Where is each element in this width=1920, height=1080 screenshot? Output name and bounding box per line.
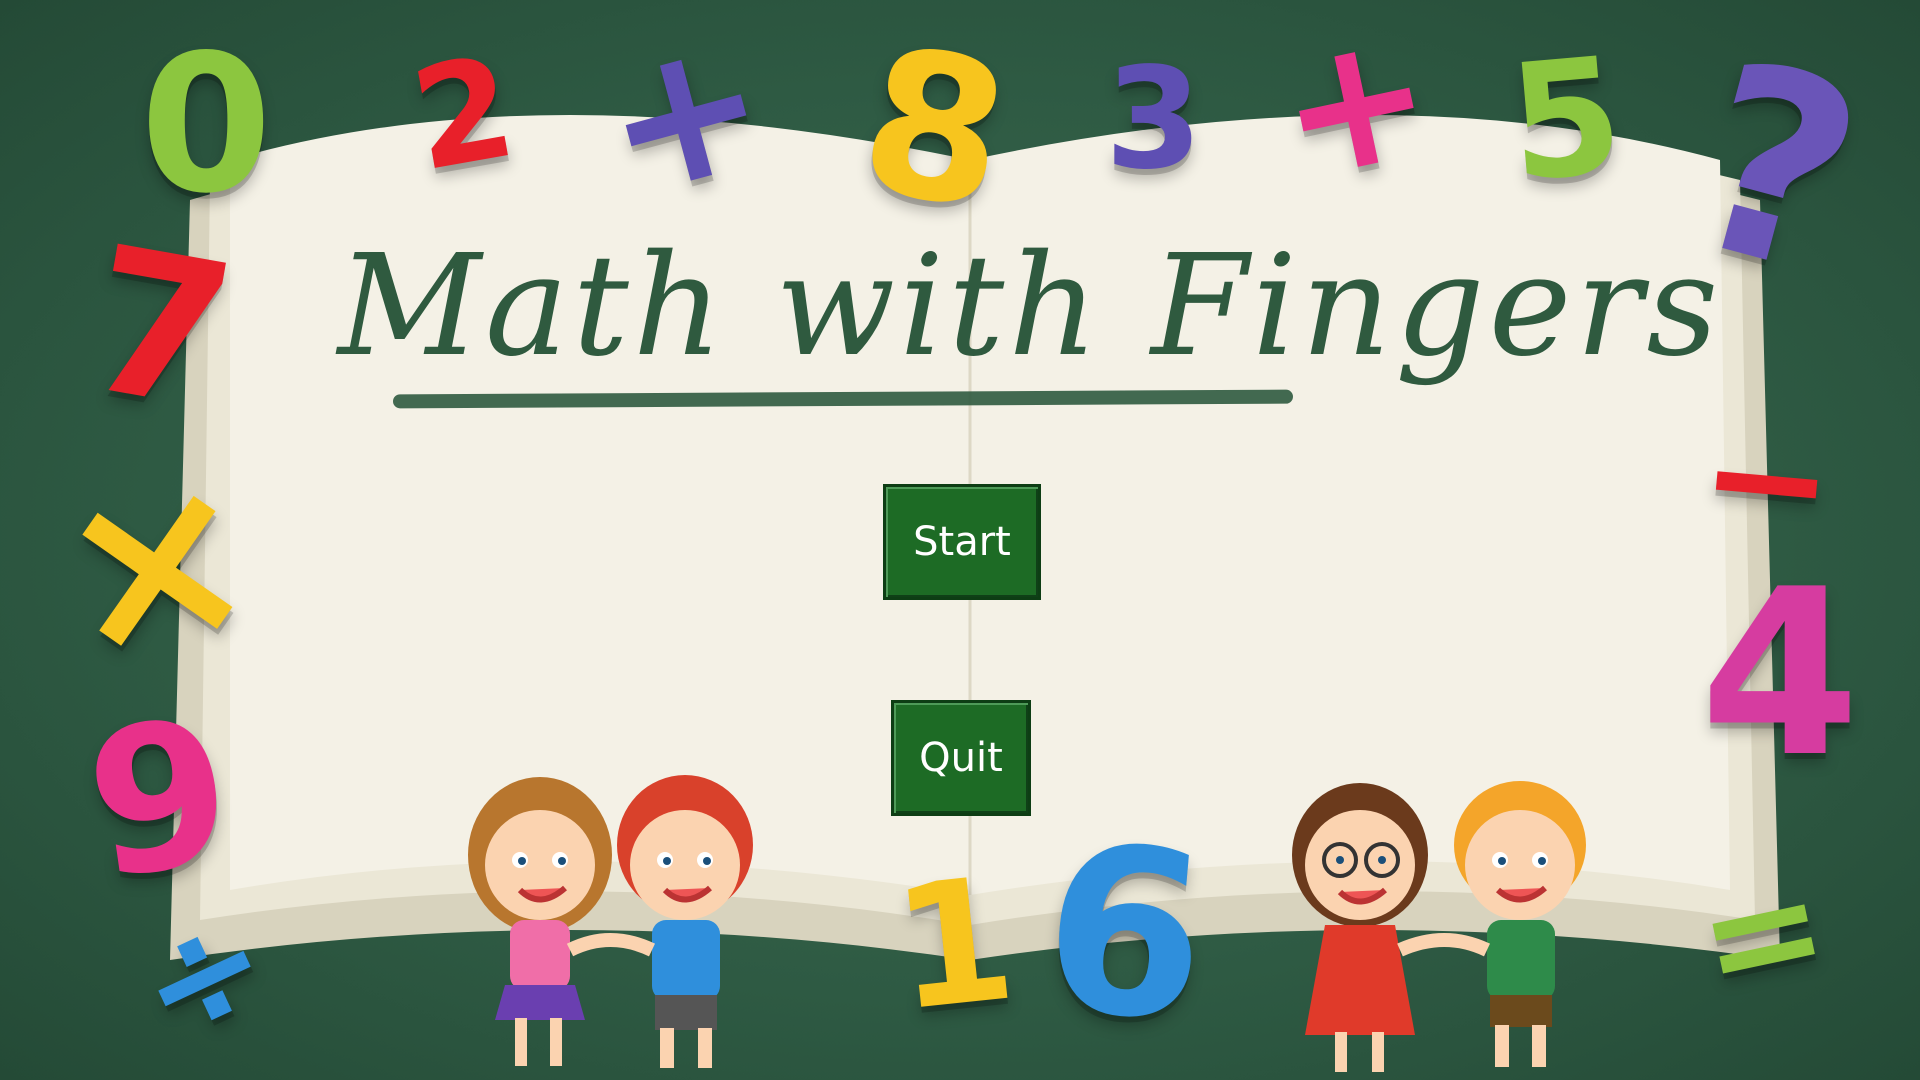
digit-6-decoration: 6 [1033,794,1217,1075]
minus-decoration: − [1692,380,1843,579]
quit-button[interactable]: Quit [891,700,1031,816]
game-title: Math with Fingers [337,225,1723,388]
start-button[interactable]: Start [883,484,1041,600]
digit-5-decoration: 5 [1502,21,1630,218]
equals-decoration: = [1683,836,1843,1034]
kids-left-illustration [468,775,753,1068]
kids-right-illustration [1292,781,1586,1072]
times-decoration: × [38,416,275,713]
digit-1-decoration: 1 [884,840,1024,1050]
digit-3-decoration: 3 [1105,38,1203,201]
digit-4-decoration: 4 [1700,541,1861,808]
digit-0-decoration: 0 [140,14,273,235]
